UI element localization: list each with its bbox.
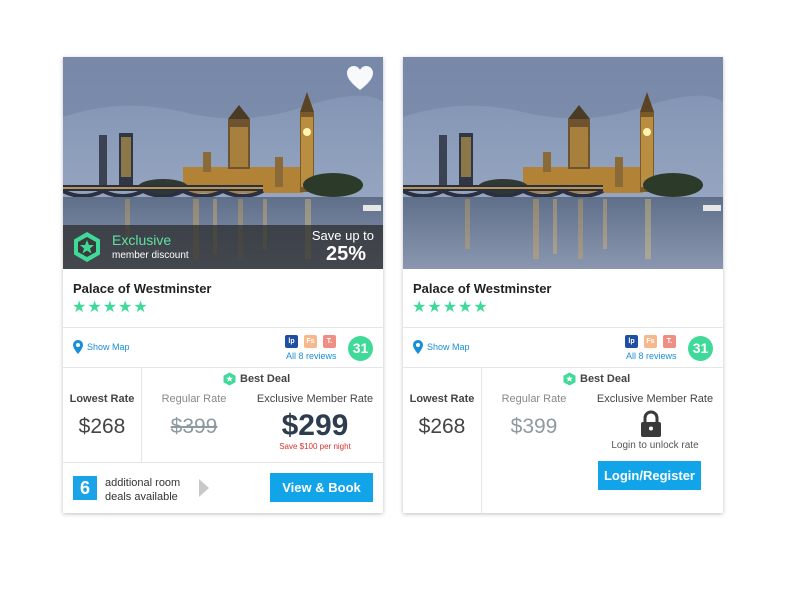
- regular-rate-header: Regular Rate: [161, 393, 227, 405]
- review-score-badge: 31: [348, 336, 373, 361]
- map-pin-icon: [413, 340, 423, 354]
- member-price: $299: [281, 409, 349, 442]
- view-book-button[interactable]: View & Book: [270, 473, 373, 502]
- regular-price-value: $399: [170, 415, 218, 438]
- hexagon-star-icon: [74, 232, 100, 262]
- all-reviews-link[interactable]: All 8 reviews: [626, 351, 677, 361]
- unlock-rate-text: Login to unlock rate: [611, 440, 699, 451]
- regular-price: $399: [510, 415, 558, 438]
- all-reviews-link[interactable]: All 8 reviews: [286, 351, 337, 361]
- hotel-card-2: Palace of Westminster ★ ★ ★ ★ ★ Show Map…: [403, 57, 723, 513]
- review-score-badge: 31: [688, 336, 713, 361]
- star-icon: ★: [118, 299, 133, 316]
- star-rating: ★ ★ ★ ★ ★: [412, 300, 488, 316]
- deals-text: additional room deals available: [105, 476, 180, 504]
- star-rating: ★ ★ ★ ★ ★: [72, 300, 148, 316]
- best-deal-text: Best Deal: [580, 373, 631, 385]
- show-map-label: Show Map: [427, 342, 470, 352]
- review-source-logo: T.: [323, 335, 336, 348]
- star-icon: ★: [458, 299, 473, 316]
- member-rate-header: Exclusive Member Rate: [256, 393, 374, 405]
- review-source-logo: Fs: [304, 335, 317, 348]
- save-percent: 25%: [325, 243, 366, 265]
- star-icon: ★: [442, 299, 458, 316]
- divider: [63, 462, 383, 463]
- login-register-button[interactable]: Login/Register: [598, 461, 701, 490]
- divider: [403, 367, 723, 368]
- member-rate-header: Exclusive Member Rate: [596, 393, 714, 405]
- divider: [403, 327, 723, 328]
- hotel-card-1: Exclusive member discount Save up to 25%…: [63, 57, 383, 513]
- divider: [63, 367, 383, 368]
- show-map-label: Show Map: [87, 342, 130, 352]
- regular-rate-header: Regular Rate: [501, 393, 567, 405]
- save-label: Save up to: [311, 228, 374, 243]
- map-pin-icon: [73, 340, 83, 354]
- hotel-name[interactable]: Palace of Westminster: [73, 281, 211, 296]
- hotel-photo[interactable]: Exclusive member discount Save up to 25%: [63, 57, 383, 269]
- review-source-logo: lp: [285, 335, 298, 348]
- hexagon-star-icon: [223, 372, 236, 386]
- lowest-price: $268: [78, 415, 126, 438]
- divider: [63, 327, 383, 328]
- hotel-name[interactable]: Palace of Westminster: [413, 281, 551, 296]
- star-icon: ★: [133, 299, 148, 316]
- review-sources: lp Fs T.: [285, 335, 336, 348]
- deals-text-line1: additional room: [105, 477, 181, 489]
- star-icon: ★: [473, 299, 488, 316]
- review-sources: lp Fs T.: [625, 335, 676, 348]
- best-deal-text: Best Deal: [240, 373, 291, 385]
- savings-note: Save $100 per night: [279, 442, 351, 451]
- star-icon: ★: [412, 299, 427, 316]
- best-deal-label: Best Deal: [563, 372, 630, 386]
- best-deal-label: Best Deal: [223, 372, 290, 386]
- hotel-photo[interactable]: [403, 57, 723, 269]
- exclusive-subtitle: member discount: [112, 250, 189, 261]
- deals-text-line2: deals available: [105, 491, 178, 503]
- lock-icon: [641, 410, 661, 437]
- review-source-logo: Fs: [644, 335, 657, 348]
- column-divider: [481, 368, 482, 513]
- exclusive-title: Exclusive: [112, 232, 172, 248]
- star-icon: ★: [87, 299, 102, 316]
- lowest-price: $268: [418, 415, 466, 438]
- heart-icon[interactable]: [346, 65, 374, 91]
- star-icon: ★: [72, 299, 87, 316]
- show-map-link[interactable]: Show Map: [73, 340, 130, 354]
- member-discount-banner: Exclusive member discount Save up to 25%: [63, 225, 383, 269]
- deals-count-badge: 6: [73, 476, 97, 500]
- show-map-link[interactable]: Show Map: [413, 340, 470, 354]
- star-icon: ★: [102, 299, 118, 316]
- review-source-logo: T.: [663, 335, 676, 348]
- lowest-rate-header: Lowest Rate: [409, 393, 475, 405]
- review-source-logo: lp: [625, 335, 638, 348]
- lowest-rate-header: Lowest Rate: [69, 393, 135, 405]
- star-icon: ★: [427, 299, 442, 316]
- expand-arrow-icon[interactable]: [198, 478, 210, 498]
- hexagon-star-icon: [563, 372, 576, 386]
- regular-price-struck: $399: [141, 415, 247, 439]
